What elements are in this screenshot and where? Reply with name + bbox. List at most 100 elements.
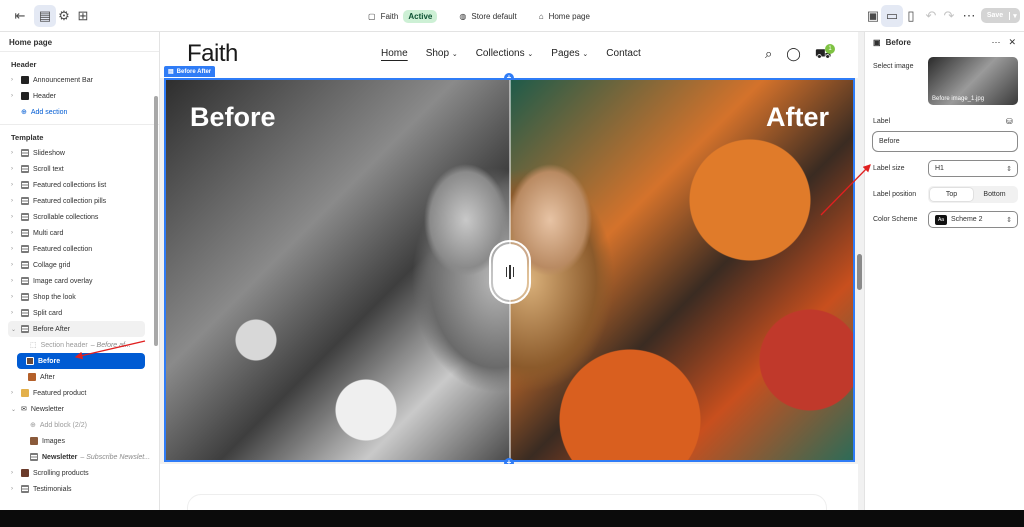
chevron-right-icon[interactable]: › xyxy=(11,214,21,220)
sidebar-item-featured-collections-list[interactable]: › Featured collections list xyxy=(0,177,159,193)
template-group-label: Template xyxy=(11,132,44,142)
label-input[interactable]: Before xyxy=(872,131,1018,152)
sidebar-item-announcement-bar[interactable]: › Announcement Bar xyxy=(0,72,159,88)
sidebar-item-image-card-overlay[interactable]: › Image card overlay xyxy=(0,273,159,289)
chevron-right-icon[interactable]: › xyxy=(11,198,21,204)
home-icon: ⌂ xyxy=(538,11,544,21)
sidebar-item-label: Split card xyxy=(33,309,63,317)
sidebar-item-scrollable-collections[interactable]: › Scrollable collections xyxy=(0,209,159,225)
panel-title: Before xyxy=(885,37,911,47)
nav-home[interactable]: Home xyxy=(381,48,408,59)
color-scheme-select[interactable]: Aa Scheme 2 ⇕ xyxy=(928,211,1018,228)
sidebar-item-featured-collection-pills[interactable]: › Featured collection pills xyxy=(0,193,159,209)
sidebar-item-section-header[interactable]: ⬚ Section header – Before af... xyxy=(0,337,159,353)
chevron-right-icon[interactable]: › xyxy=(11,77,21,83)
search-icon[interactable]: ⌕ xyxy=(765,46,772,64)
nav-collections[interactable]: Collections ⌄ xyxy=(476,48,534,59)
more-icon[interactable]: ⋯ xyxy=(991,37,1000,48)
chevron-down-icon[interactable]: ⌄ xyxy=(11,406,21,413)
before-after-section[interactable]: Before After xyxy=(164,78,855,462)
sidebar-item-multi-card[interactable]: › Multi card xyxy=(0,225,159,241)
chevron-right-icon[interactable]: › xyxy=(11,390,21,396)
color-scheme-label: Color Scheme xyxy=(873,216,918,223)
chevron-right-icon[interactable]: › xyxy=(11,93,21,99)
product-icon xyxy=(21,469,29,477)
add-block-button[interactable]: ⊕ Add block (2/2) xyxy=(0,417,159,433)
mobile-view-icon[interactable]: ▯ xyxy=(900,5,922,27)
canvas-scrollbar[interactable] xyxy=(857,254,862,290)
sidebar-item-split-card[interactable]: › Split card xyxy=(0,305,159,321)
sidebar-item-featured-collection[interactable]: › Featured collection xyxy=(0,241,159,257)
store-logo[interactable]: Faith xyxy=(187,40,238,68)
sidebar-item-label: Image card overlay xyxy=(33,277,93,285)
chevron-right-icon[interactable]: › xyxy=(11,486,21,492)
sidebar-item-newsletter[interactable]: ⌄ ✉ Newsletter xyxy=(0,401,159,417)
sidebar-item-scroll-text[interactable]: › Scroll text xyxy=(0,161,159,177)
comparison-drag-handle[interactable] xyxy=(489,240,531,304)
sidebar-item-slideshow[interactable]: › Slideshow xyxy=(0,145,159,161)
chevron-right-icon[interactable]: › xyxy=(11,230,21,236)
add-section-button[interactable]: ⊕ Add section xyxy=(0,104,159,120)
sidebar-item-label: Before After xyxy=(33,325,70,333)
close-icon[interactable]: ✕ xyxy=(1008,37,1016,48)
nav-contact[interactable]: Contact xyxy=(606,48,640,59)
chevron-right-icon[interactable]: › xyxy=(11,182,21,188)
chevron-right-icon[interactable]: › xyxy=(11,166,21,172)
plus-circle-icon: ⊕ xyxy=(21,109,27,116)
color-scheme-value: Scheme 2 xyxy=(951,216,983,223)
sidebar-item-newsletter-block[interactable]: Newsletter – Subscribe Newslet... xyxy=(0,449,159,465)
add-section-label: Add section xyxy=(30,108,68,116)
section-icon xyxy=(21,197,29,205)
more-icon[interactable]: ⋯ xyxy=(958,5,980,27)
chevron-right-icon[interactable]: › xyxy=(11,262,21,268)
chevron-down-icon[interactable]: ⌄ xyxy=(11,326,21,333)
testimonials-icon xyxy=(21,485,29,493)
sidebar-item-after[interactable]: After xyxy=(0,369,159,385)
label-size-select[interactable]: H1 ⇕ xyxy=(928,160,1018,177)
sidebar-item-collage-grid[interactable]: › Collage grid xyxy=(0,257,159,273)
sidebar-item-before-after[interactable]: ⌄ Before After xyxy=(8,321,145,337)
dynamic-source-icon[interactable]: ⛁ xyxy=(1006,117,1013,126)
account-icon[interactable]: ◯ xyxy=(786,46,801,64)
sidebar-scrollbar[interactable] xyxy=(154,96,158,346)
sidebar-item-label: After xyxy=(40,373,55,381)
chevron-right-icon[interactable]: › xyxy=(11,150,21,156)
topbar-center: ▢ Faith Active ◍ Store default ⌂ Home pa… xyxy=(368,0,612,32)
sidebar-item-images[interactable]: Images xyxy=(0,433,159,449)
chevron-right-icon[interactable]: › xyxy=(11,310,21,316)
chevron-right-icon[interactable]: › xyxy=(11,246,21,252)
save-button[interactable]: Save ▾ xyxy=(981,8,1020,23)
section-tag[interactable]: ▤ Before After xyxy=(164,66,216,77)
label-size-label: Label size xyxy=(873,165,905,172)
chevron-right-icon[interactable]: › xyxy=(11,470,21,476)
page-selector[interactable]: ⌂ Home page xyxy=(539,12,590,21)
exit-icon[interactable]: ⇤ xyxy=(9,5,31,27)
after-label: After xyxy=(765,102,829,132)
nav-shop[interactable]: Shop ⌄ xyxy=(426,48,458,59)
after-image xyxy=(510,80,853,460)
sidebar-item-before[interactable]: Before xyxy=(17,353,145,369)
chevron-right-icon[interactable]: › xyxy=(11,294,21,300)
nav-pages[interactable]: Pages ⌄ xyxy=(551,48,588,59)
save-label: Save xyxy=(986,12,1004,19)
sidebar-item-scrolling-products[interactable]: › Scrolling products xyxy=(0,465,159,481)
sidebar-item-header[interactable]: › Header xyxy=(0,88,159,104)
preview-canvas: Faith Home Shop ⌄ Collections ⌄ Pages ⌄ … xyxy=(160,32,864,510)
selected-image-thumbnail[interactable]: Before image_1.jpg xyxy=(928,57,1018,105)
divider xyxy=(0,124,159,125)
sidebar-item-label: Images xyxy=(42,437,65,445)
theme-selector[interactable]: ▢ Faith Active xyxy=(368,9,438,23)
select-image-label: Select image xyxy=(873,63,914,70)
sidebar-item-testimonials[interactable]: › Testimonials xyxy=(0,481,159,497)
sidebar-item-featured-product[interactable]: › Featured product xyxy=(0,385,159,401)
plus-circle-icon: ⊕ xyxy=(30,422,36,429)
save-dropdown-icon[interactable]: ▾ xyxy=(1009,11,1020,20)
position-bottom-option[interactable]: Bottom xyxy=(973,188,1016,201)
redo-icon[interactable]: ↷ xyxy=(938,5,960,27)
sidebar-item-shop-the-look[interactable]: › Shop the look xyxy=(0,289,159,305)
apps-icon[interactable]: ⊞ xyxy=(72,5,94,27)
chevron-right-icon[interactable]: › xyxy=(11,278,21,284)
position-top-option[interactable]: Top xyxy=(930,188,973,201)
store-selector[interactable]: ◍ Store default xyxy=(459,12,516,21)
section-icon xyxy=(21,229,29,237)
